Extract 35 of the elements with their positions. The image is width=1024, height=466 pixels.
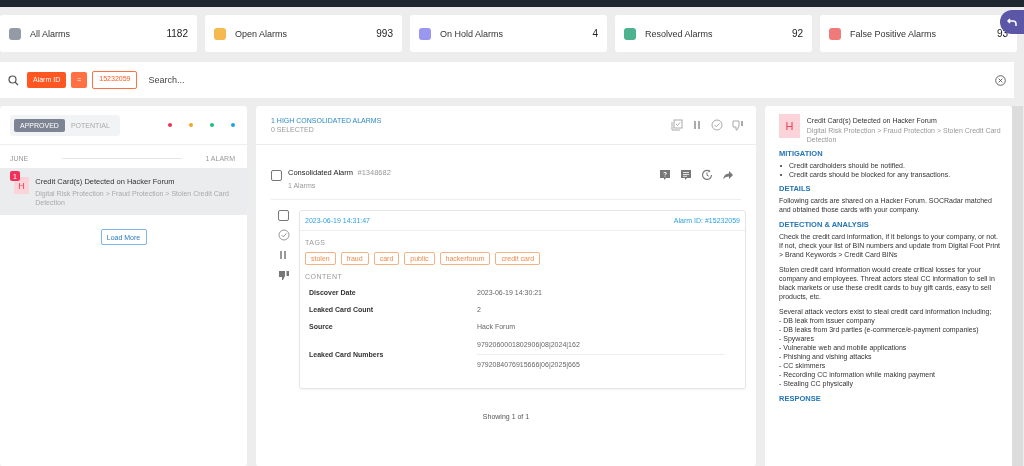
- stat-card[interactable]: All Alarms 1182: [0, 15, 197, 52]
- check-circle-icon[interactable]: [278, 229, 290, 241]
- stat-label: Resolved Alarms: [645, 28, 714, 39]
- stat-label: On Hold Alarms: [440, 28, 505, 39]
- thumbs-down-icon[interactable]: [732, 119, 744, 131]
- stat-count: 92: [791, 28, 803, 39]
- copy-check-icon[interactable]: [671, 119, 683, 131]
- checkbox[interactable]: [271, 169, 282, 181]
- stat-count: 993: [376, 28, 393, 39]
- stat-card[interactable]: On Hold Alarms 4: [410, 15, 607, 52]
- severity-avatar: H: [779, 114, 800, 138]
- question-chat-icon[interactable]: [659, 169, 671, 181]
- severity-dot[interactable]: [231, 123, 235, 127]
- clear-icon[interactable]: [995, 74, 1006, 86]
- undo-icon: [1007, 17, 1017, 27]
- stat-count: 4: [592, 28, 598, 39]
- checkbox[interactable]: [278, 210, 289, 221]
- pause-icon[interactable]: [692, 119, 702, 131]
- thumbs-down-icon[interactable]: [278, 269, 290, 281]
- stat-card[interactable]: Open Alarms 993: [205, 15, 402, 52]
- comment-icon[interactable]: [680, 169, 692, 181]
- stat-card[interactable]: Resolved Alarms 92: [615, 15, 812, 52]
- stat-label: False Positive Alarms: [850, 28, 938, 39]
- scrollbar[interactable]: [1012, 106, 1023, 466]
- stat-label: All Alarms: [30, 28, 71, 39]
- stat-count: 1182: [166, 28, 188, 39]
- pause-icon[interactable]: [278, 249, 288, 261]
- history-icon[interactable]: [701, 169, 713, 181]
- severity-dot[interactable]: [168, 123, 172, 127]
- check-circle-icon[interactable]: [711, 119, 723, 131]
- share-icon[interactable]: [722, 169, 734, 181]
- search-icon: [8, 74, 19, 86]
- severity-dot[interactable]: [210, 123, 214, 127]
- stat-label: Open Alarms: [235, 28, 289, 39]
- severity-dot[interactable]: [189, 123, 193, 127]
